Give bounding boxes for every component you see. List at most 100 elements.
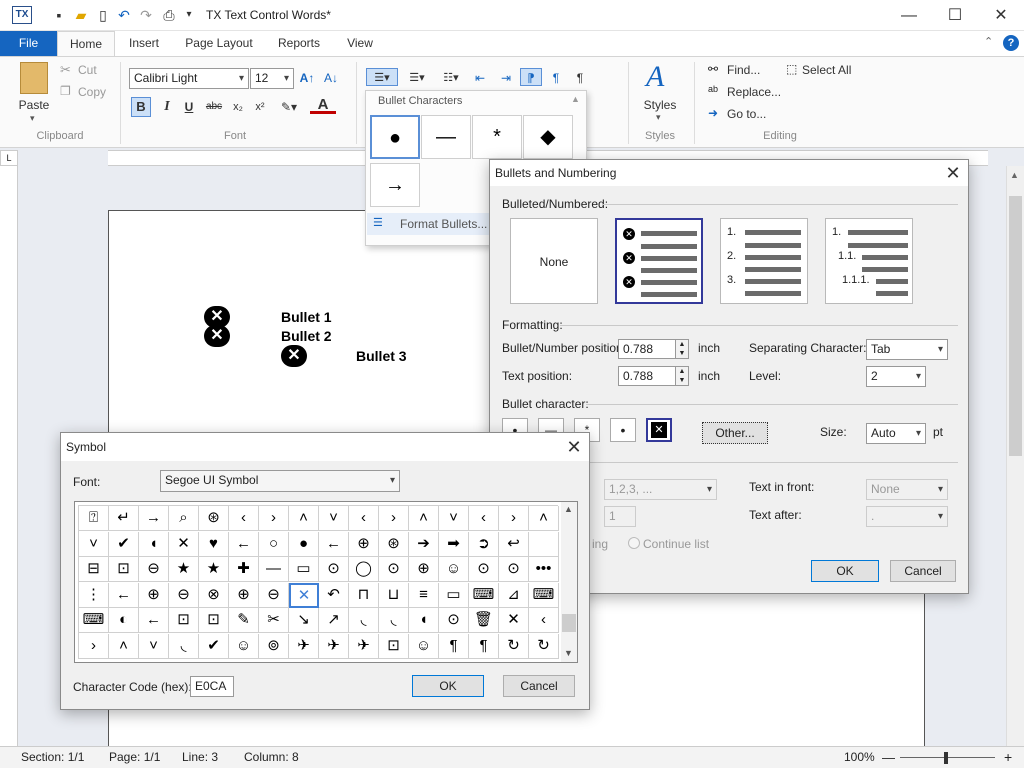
shrink-font-icon[interactable]: A↓ xyxy=(322,69,340,87)
superscript-icon[interactable]: x² xyxy=(252,98,268,116)
preview-bulleted[interactable]: ✕ ✕ ✕ xyxy=(615,218,703,304)
undo-icon[interactable]: ↶ xyxy=(115,6,133,24)
symbol-cell[interactable]: ⊙ xyxy=(499,557,529,582)
menu-scroll-up-icon[interactable]: ▲ xyxy=(571,94,580,104)
bullet-option-dash[interactable]: — xyxy=(421,115,471,159)
font-color-icon[interactable]: A xyxy=(310,96,336,114)
symbol-cell[interactable]: ◖ xyxy=(409,608,439,633)
symbol-cell[interactable]: ← xyxy=(139,608,169,633)
zoom-out-icon[interactable]: — xyxy=(882,747,895,768)
symbol-cell[interactable]: ⊟ xyxy=(79,557,109,582)
preview-multilevel[interactable]: 1. 1.1. 1.1.1. xyxy=(825,218,913,304)
font-family-select[interactable]: Calibri Light ▾ xyxy=(129,68,249,89)
symbol-cell[interactable]: ↻ xyxy=(529,633,559,659)
vertical-ruler[interactable] xyxy=(0,166,18,746)
symbol-cell[interactable]: ▭ xyxy=(289,557,319,582)
symbol-grid[interactable]: ⍰ ↵ → ⌕ ⊛ ‹ › ˄ ˅ ‹ › ˄ ˅ ‹ › ˄ ˅ ✔ ◖ ✕ ♥ ← ○ ● ← ⊕ ⊛ ➔ ➡ ➲ ↩ ⊟ ⊡ ⊖ ★ ★ ✚ — ▭ ⊙… xyxy=(74,501,578,663)
symbol-cell[interactable]: ⊙ xyxy=(469,557,499,582)
symbol-cell[interactable]: ⊙ xyxy=(319,557,349,582)
styles-icon[interactable]: A xyxy=(646,60,664,94)
strikethrough-button[interactable]: abc xyxy=(202,98,226,116)
customize-icon[interactable]: ▾ xyxy=(180,6,198,24)
symbol-cell[interactable]: ≡ xyxy=(409,582,439,608)
symbol-cell[interactable]: ☺ xyxy=(439,557,469,582)
symbol-ok-button[interactable]: OK xyxy=(412,675,484,697)
tab-view[interactable]: View xyxy=(336,31,384,56)
text-position-spinner[interactable]: ▲ ▼ xyxy=(675,366,689,386)
symbol-cell[interactable]: ˅ xyxy=(79,531,109,557)
symbol-cell[interactable]: ◟ xyxy=(349,608,379,633)
symbol-cell[interactable]: ▭ xyxy=(439,582,469,608)
goto-button[interactable]: Go to... xyxy=(727,105,766,123)
tab-insert[interactable]: Insert xyxy=(118,31,170,56)
symbol-cancel-button[interactable]: Cancel xyxy=(503,675,575,697)
symbol-cell[interactable]: ← xyxy=(109,582,139,608)
symbol-font-select[interactable]: Segoe UI Symbol ▾ xyxy=(160,470,400,492)
zoom-in-icon[interactable]: + xyxy=(1004,747,1012,768)
symbol-cell[interactable]: ˅ xyxy=(139,633,169,659)
symbol-cell[interactable]: ☺ xyxy=(409,633,439,659)
copy-button[interactable]: Copy xyxy=(78,83,106,101)
symbol-cell[interactable]: ⊕ xyxy=(139,582,169,608)
symbol-cell[interactable]: ⊡ xyxy=(199,608,229,633)
symbol-cell[interactable]: ↘ xyxy=(289,608,319,633)
tab-page-layout[interactable]: Page Layout xyxy=(178,31,260,56)
symbol-cell[interactable]: ⊖ xyxy=(139,557,169,582)
open-icon[interactable]: ▰ xyxy=(72,6,90,24)
italic-button[interactable]: I xyxy=(158,98,176,116)
symbol-cell[interactable]: ✂ xyxy=(259,608,289,633)
numbering-format-select[interactable]: 1,2,3, ... ▾ xyxy=(604,479,717,500)
symbol-cell[interactable]: ✔ xyxy=(109,531,139,557)
symbol-cell[interactable]: ⊕ xyxy=(229,582,259,608)
close-button[interactable]: ✕ xyxy=(978,0,1024,31)
symbol-cell[interactable]: ➲ xyxy=(469,531,499,557)
other-button[interactable]: Other... xyxy=(702,422,768,444)
symbol-cell[interactable]: ✈ xyxy=(349,633,379,659)
cut-button[interactable]: Cut xyxy=(78,61,97,79)
replace-button[interactable]: Replace... xyxy=(727,83,781,101)
tab-reports[interactable]: Reports xyxy=(268,31,330,56)
styles-dropdown-icon[interactable]: ▾ xyxy=(656,112,661,123)
symbol-cell[interactable]: ⊚ xyxy=(259,633,289,659)
symbol-cell[interactable]: ✕ xyxy=(289,582,319,608)
paste-dropdown-icon[interactable]: ▾ xyxy=(30,113,35,124)
bullet-option-dot[interactable]: ● xyxy=(370,115,420,159)
symbol-cell[interactable]: ♥ xyxy=(199,531,229,557)
symbol-cell[interactable]: ⊕ xyxy=(349,531,379,557)
symbol-cell[interactable]: ⊙ xyxy=(439,608,469,633)
collapse-ribbon-icon[interactable]: ⌃ xyxy=(984,35,993,48)
decrease-indent-icon[interactable]: ⇤ xyxy=(470,69,490,87)
font-size-select[interactable]: 12 ▾ xyxy=(250,68,294,89)
bullet-list-button[interactable]: ☰▾ xyxy=(366,68,398,86)
zoom-slider-thumb[interactable] xyxy=(944,752,948,764)
save-icon[interactable]: ▪ xyxy=(50,6,68,24)
tab-stop-selector[interactable]: L xyxy=(0,150,18,166)
maximize-button[interactable]: ☐ xyxy=(932,0,978,31)
symbol-close-button[interactable]: ✕ xyxy=(559,434,589,460)
bullet-1-text[interactable]: Bullet 1 xyxy=(281,309,332,325)
symbol-cell[interactable]: ⋮ xyxy=(79,582,109,608)
symbol-cell[interactable]: ⍰ xyxy=(79,506,109,531)
symbol-cell[interactable]: ⊗ xyxy=(199,582,229,608)
preview-numbered[interactable]: 1. 2. 3. xyxy=(720,218,808,304)
symbol-cell[interactable]: ◖ xyxy=(139,531,169,557)
symbol-cell[interactable]: ◟ xyxy=(379,608,409,633)
bullet-position-spinner[interactable]: ▲ ▼ xyxy=(675,339,689,359)
separating-char-select[interactable]: Tab ▾ xyxy=(866,339,948,360)
bullet-option-arrow[interactable]: → xyxy=(370,163,420,207)
symbol-cell[interactable]: ← xyxy=(229,531,259,557)
rtl-icon[interactable]: ¶ xyxy=(546,69,566,87)
symbol-cell[interactable]: ‹ xyxy=(529,608,559,633)
text-position-input[interactable]: 0.788 xyxy=(618,366,676,386)
symbol-cell[interactable]: ⊡ xyxy=(379,633,409,659)
select-all-button[interactable]: Select All xyxy=(802,61,851,79)
symbol-cell[interactable]: ✕ xyxy=(499,608,529,633)
number-list-icon[interactable]: ☰▾ xyxy=(403,69,431,87)
symbol-cell[interactable]: ↻ xyxy=(499,633,529,659)
symbol-cell[interactable]: ⊕ xyxy=(409,557,439,582)
symbol-cell[interactable]: › xyxy=(379,506,409,531)
symbol-cell[interactable]: ••• xyxy=(529,557,559,582)
bullet-position-input[interactable]: 0.788 xyxy=(618,339,676,359)
symbol-cell[interactable]: ¶ xyxy=(439,633,469,659)
symbol-cell[interactable]: ↵ xyxy=(109,506,139,531)
